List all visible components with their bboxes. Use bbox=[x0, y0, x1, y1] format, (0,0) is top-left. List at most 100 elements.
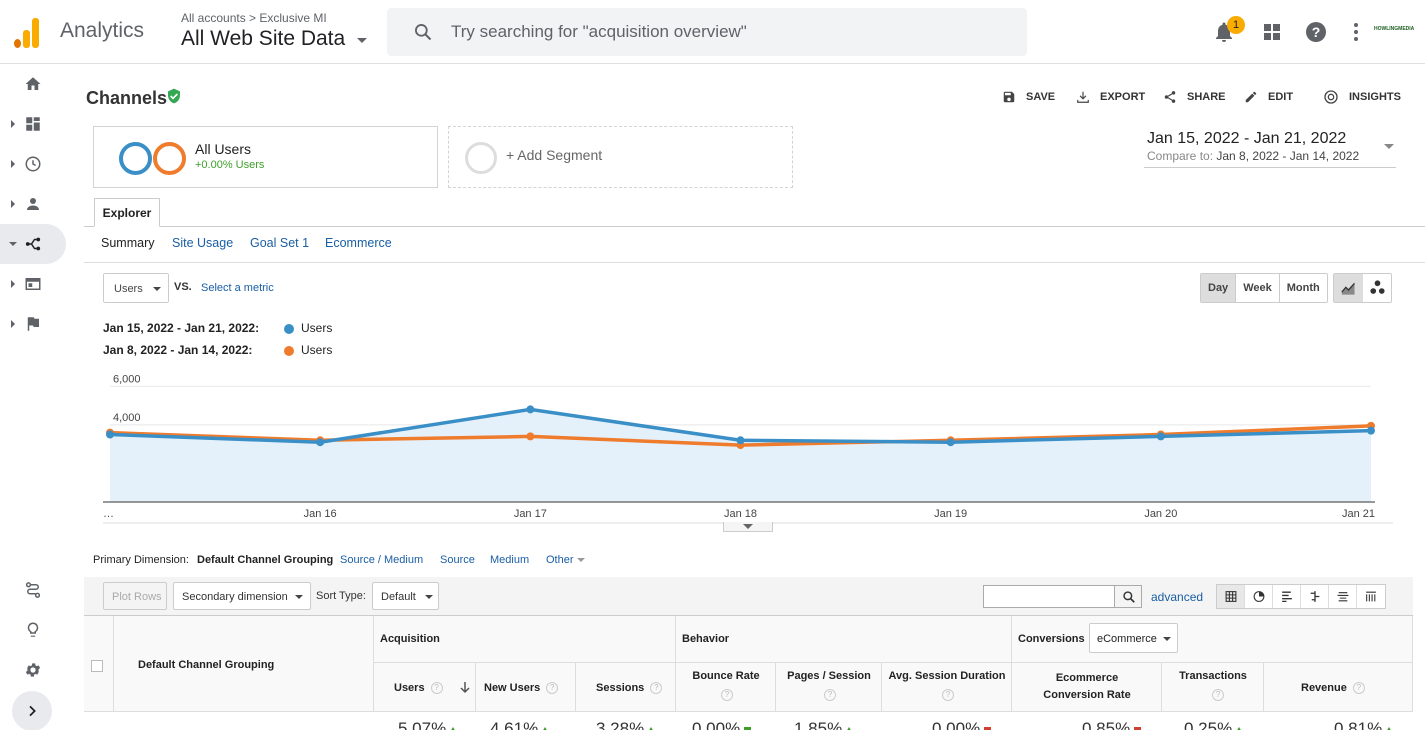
data-point bbox=[736, 436, 745, 445]
segment-name: All Users bbox=[195, 141, 252, 157]
nav-acquisition[interactable] bbox=[0, 224, 66, 264]
sort-type-dropdown[interactable]: Default bbox=[372, 582, 439, 610]
x-tick-label: … bbox=[103, 508, 114, 520]
caret-down-icon bbox=[1163, 637, 1171, 641]
column-pages-per-session[interactable]: Pages / Session ? bbox=[776, 663, 882, 712]
column-avg-session-duration[interactable]: Avg. Session Duration ? bbox=[882, 663, 1012, 712]
search-bar[interactable]: Try searching for "acquisition overview" bbox=[387, 8, 1027, 56]
period-day-button[interactable]: Day bbox=[1201, 274, 1237, 302]
help-icon: ? bbox=[546, 682, 559, 695]
y-tick-label: 6,000 bbox=[113, 373, 141, 385]
line-chart-button[interactable] bbox=[1334, 274, 1363, 302]
left-nav bbox=[0, 64, 68, 730]
metric-dropdown[interactable]: Users bbox=[103, 273, 169, 303]
clock-icon bbox=[25, 156, 41, 172]
secondary-dimension-label: Secondary dimension bbox=[182, 591, 288, 603]
nav-discover[interactable] bbox=[0, 610, 68, 650]
comparison-icon bbox=[1310, 591, 1320, 602]
period-month-button[interactable]: Month bbox=[1280, 274, 1327, 302]
subtab-goal-set-1[interactable]: Goal Set 1 bbox=[250, 236, 309, 250]
table-search-button[interactable] bbox=[1114, 585, 1142, 608]
add-segment-button[interactable]: + Add Segment bbox=[448, 126, 793, 188]
chevron-right-icon bbox=[29, 705, 36, 717]
select-all-checkbox[interactable] bbox=[91, 660, 103, 672]
column-revenue-label: Revenue? bbox=[1301, 682, 1365, 695]
apps-grid-icon[interactable] bbox=[1260, 20, 1284, 44]
users-line-chart[interactable]: 6,0004,0002,000…Jan 16Jan 17Jan 18Jan 19… bbox=[103, 364, 1393, 524]
nav-behavior[interactable] bbox=[0, 264, 68, 304]
dimension-source[interactable]: Source bbox=[440, 554, 475, 566]
edit-button[interactable]: EDIT bbox=[1244, 88, 1293, 106]
column-revenue[interactable]: Revenue? bbox=[1264, 663, 1413, 712]
pie-chart-icon bbox=[1253, 591, 1265, 602]
nav-home[interactable] bbox=[0, 64, 68, 104]
totals-row: 5.07% 4.61% 3.28% 0.00% 1.85% 0.00% 0.85… bbox=[84, 712, 1413, 730]
column-ecommerce-conversion-rate[interactable]: Ecommerce Conversion Rate bbox=[1012, 663, 1162, 712]
nav-conversions[interactable] bbox=[0, 304, 68, 344]
dimension-header[interactable]: Default Channel Grouping bbox=[114, 616, 374, 712]
view-term-cloud-button[interactable] bbox=[1329, 585, 1357, 608]
data-point bbox=[1156, 432, 1165, 441]
nav-attribution[interactable] bbox=[0, 570, 68, 610]
help-icon[interactable]: ? bbox=[1304, 20, 1328, 44]
save-button[interactable]: SAVE bbox=[1002, 88, 1055, 106]
plot-rows-button[interactable]: Plot Rows bbox=[103, 582, 167, 610]
column-sessions[interactable]: Sessions? bbox=[576, 663, 676, 712]
primary-dimension-label: Primary Dimension: bbox=[93, 554, 189, 566]
advanced-filter-link[interactable]: advanced bbox=[1151, 590, 1203, 604]
column-new-users[interactable]: New Users? bbox=[476, 663, 576, 712]
subtab-site-usage[interactable]: Site Usage bbox=[172, 236, 233, 250]
select-metric-link[interactable]: Select a metric bbox=[201, 282, 274, 294]
data-point bbox=[526, 432, 535, 441]
account-brand-logo[interactable]: HOWLINGMEDIA bbox=[1374, 26, 1414, 32]
column-transactions[interactable]: Transactions ? bbox=[1162, 663, 1264, 712]
y-tick-label: 4,000 bbox=[113, 412, 141, 424]
period-week-button[interactable]: Week bbox=[1236, 274, 1280, 302]
account-breadcrumb[interactable]: All accounts > Exclusive MI bbox=[181, 11, 327, 25]
column-users[interactable]: Users? bbox=[374, 663, 476, 712]
nav-customization[interactable] bbox=[0, 104, 68, 144]
view-data-button[interactable] bbox=[1217, 585, 1245, 608]
collapse-chart-button[interactable] bbox=[723, 522, 773, 532]
nav-realtime[interactable] bbox=[0, 144, 68, 184]
share-button[interactable]: SHARE bbox=[1163, 88, 1226, 106]
export-button[interactable]: EXPORT bbox=[1076, 88, 1145, 106]
date-range-picker[interactable]: Jan 15, 2022 - Jan 21, 2022 Compare to: … bbox=[1144, 128, 1396, 168]
subtab-ecommerce[interactable]: Ecommerce bbox=[325, 236, 392, 250]
help-icon: ? bbox=[721, 689, 733, 701]
dimension-other[interactable]: Other bbox=[546, 554, 585, 566]
gear-icon bbox=[25, 663, 41, 677]
svg-text:?: ? bbox=[1312, 24, 1321, 40]
segment-all-users[interactable]: All Users +0.00% Users bbox=[93, 126, 438, 188]
help-icon: ? bbox=[1352, 682, 1365, 695]
nav-audience[interactable] bbox=[0, 184, 68, 224]
subtab-summary[interactable]: Summary bbox=[101, 236, 154, 250]
tab-explorer[interactable]: Explorer bbox=[94, 198, 160, 227]
dimension-medium[interactable]: Medium bbox=[490, 554, 529, 566]
view-selector[interactable]: All Web Site Data bbox=[181, 27, 345, 51]
bar-chart-icon bbox=[1282, 591, 1292, 603]
expand-nav-button[interactable] bbox=[12, 691, 52, 730]
acquisition-group-header: Acquisition bbox=[374, 616, 676, 663]
dimension-source-medium[interactable]: Source / Medium bbox=[340, 554, 423, 566]
nav-admin[interactable] bbox=[0, 650, 68, 690]
view-pie-button[interactable] bbox=[1245, 585, 1273, 608]
data-point bbox=[316, 438, 325, 447]
sort-type-label: Sort Type: bbox=[316, 590, 366, 602]
secondary-dimension-dropdown[interactable]: Secondary dimension bbox=[173, 582, 311, 610]
view-pivot-button[interactable] bbox=[1357, 585, 1385, 608]
insights-button[interactable]: INSIGHTS bbox=[1323, 88, 1401, 106]
column-bounce-rate[interactable]: Bounce Rate ? bbox=[676, 663, 776, 712]
more-vert-icon[interactable] bbox=[1344, 20, 1368, 44]
pencil-icon bbox=[1245, 91, 1257, 103]
total-bounce-rate: 0.00% bbox=[692, 719, 752, 730]
conversions-dropdown[interactable]: eCommerce bbox=[1089, 623, 1178, 653]
table-search-input[interactable] bbox=[983, 585, 1115, 608]
view-performance-button[interactable] bbox=[1273, 585, 1301, 608]
motion-chart-button[interactable] bbox=[1363, 274, 1392, 302]
view-comparison-button[interactable] bbox=[1301, 585, 1329, 608]
verified-check-icon bbox=[168, 88, 180, 104]
attribution-icon bbox=[25, 582, 41, 598]
analytics-logo[interactable] bbox=[14, 16, 44, 48]
caret-down-icon[interactable] bbox=[357, 38, 367, 43]
